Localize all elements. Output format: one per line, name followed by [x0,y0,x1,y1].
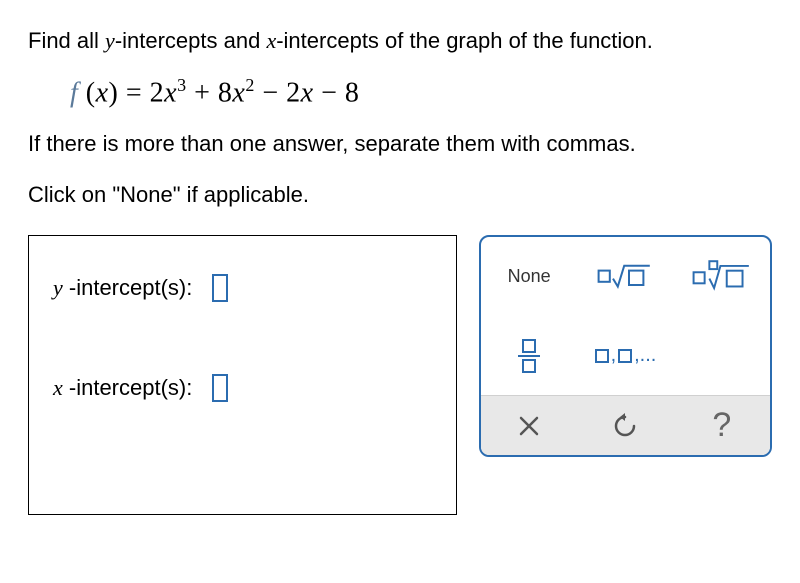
answer-box: y -intercept(s): x -intercept(s): [28,235,457,515]
question-text: Find all y-intercepts and x-intercepts o… [28,24,772,57]
function-equation: f (x) = 2x3 + 8x2 − 2x − 8 [70,75,772,109]
sqrt-button[interactable] [577,237,673,316]
tool-panel: None [479,235,772,457]
x-intercept-row: x -intercept(s): [53,374,432,402]
instruction-commas: If there is more than one answer, separa… [28,127,772,160]
y-intercept-label: y -intercept(s): [53,275,192,301]
fraction-icon [518,339,540,373]
instruction-none: Click on "None" if applicable. [28,178,772,211]
y-intercept-input[interactable] [212,274,228,302]
y-intercept-row: y -intercept(s): [53,274,432,302]
list-icon: ,,... [595,344,657,367]
reset-button[interactable] [577,396,673,455]
help-button[interactable]: ? [674,396,770,455]
list-button[interactable]: ,,... [577,316,673,395]
reset-icon [612,413,638,439]
fraction-button[interactable] [481,316,577,395]
x-intercept-label: x -intercept(s): [53,375,192,401]
clear-button[interactable] [481,396,577,455]
empty-cell [674,316,770,395]
close-icon [518,415,540,437]
none-button[interactable]: None [481,237,577,316]
nth-root-button[interactable] [674,237,770,316]
x-intercept-input[interactable] [212,374,228,402]
